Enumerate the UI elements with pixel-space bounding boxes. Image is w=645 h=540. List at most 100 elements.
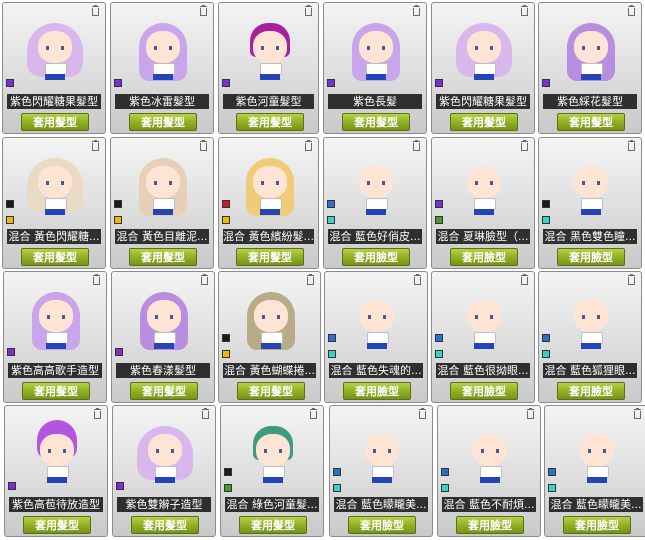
character-shorts [474, 343, 494, 349]
character-eyes [262, 315, 280, 319]
character-eyes [475, 46, 493, 50]
apply-style-button[interactable]: 套用臉型 [563, 516, 631, 534]
character-eyes [367, 181, 385, 185]
color-swatch [327, 200, 335, 208]
character-preview [438, 418, 540, 488]
character-preview [112, 284, 214, 354]
character-eyes [475, 315, 493, 319]
apply-style-button[interactable]: 套用髮型 [129, 113, 197, 131]
style-card: 混合 藍色矇矓美... 套用臉型 [544, 405, 645, 537]
character-eyes [582, 181, 600, 185]
style-name: 紫色冰雷髮型 [115, 94, 209, 109]
character-preview [219, 150, 318, 220]
apply-style-button[interactable]: 套用髮型 [450, 113, 518, 131]
character-shorts [153, 74, 173, 80]
apply-style-button[interactable]: 套用髮型 [236, 248, 304, 266]
color-swatch [8, 482, 16, 490]
character-preview [539, 15, 641, 85]
style-name: 混合 藍色失魂的... [329, 363, 423, 378]
character-shorts [480, 477, 500, 483]
character-eyes [47, 315, 65, 319]
apply-style-button[interactable]: 套用臉型 [557, 248, 625, 266]
character-shorts [474, 209, 494, 215]
style-card: 混合 黃色閃耀糖... 套用髮型 [2, 137, 106, 269]
color-swatch [333, 484, 341, 492]
style-name: 混合 綠色河童髮... [225, 497, 319, 512]
apply-style-button[interactable]: 套用髮型 [130, 382, 198, 400]
style-name: 紫色雙辮子造型 [117, 497, 211, 512]
character-eyes [154, 46, 172, 50]
color-swatch [435, 79, 443, 87]
style-card: 混合 綠色河童髮... 套用髮型 [220, 405, 324, 537]
apply-style-button[interactable]: 套用髮型 [22, 382, 90, 400]
apply-style-button[interactable]: 套用髮型 [237, 382, 305, 400]
color-swatch [6, 200, 14, 208]
style-card: 混合 藍色好俏皮... 套用臉型 [323, 137, 427, 269]
character-eyes [475, 181, 493, 185]
character-eyes [48, 449, 66, 453]
style-name: 紫色閃耀糖果髮型 [7, 94, 101, 109]
color-swatch [327, 216, 335, 224]
color-swatch [222, 334, 230, 342]
color-swatch [224, 468, 232, 476]
apply-style-button[interactable]: 套用髮型 [239, 516, 307, 534]
apply-style-button[interactable]: 套用臉型 [450, 248, 518, 266]
apply-style-button[interactable]: 套用髮型 [131, 516, 199, 534]
color-swatch [224, 484, 232, 492]
character-preview [545, 418, 645, 488]
color-swatch [333, 468, 341, 476]
character-shorts [581, 343, 601, 349]
style-card: 混合 夏琳臉型（... 套用臉型 [431, 137, 535, 269]
character-preview [324, 150, 426, 220]
apply-style-button[interactable]: 套用髮型 [342, 113, 410, 131]
style-card: 混合 黑色雙色瞳... 套用臉型 [538, 137, 642, 269]
character-preview [432, 150, 534, 220]
style-name: 混合 黃色繽紛髮... [223, 229, 314, 244]
character-preview [3, 15, 105, 85]
character-shorts [581, 209, 601, 215]
character-eyes [46, 46, 64, 50]
style-name: 混合 黃色目離泥... [115, 229, 209, 244]
apply-style-button[interactable]: 套用髮型 [21, 248, 89, 266]
character-preview [539, 150, 641, 220]
apply-style-button[interactable]: 套用臉型 [343, 382, 411, 400]
apply-style-button[interactable]: 套用臉型 [557, 382, 625, 400]
color-swatch [116, 482, 124, 490]
character-preview [113, 418, 215, 488]
style-name: 紫色高高歌手造型 [8, 363, 102, 378]
style-name: 紫色長髮 [328, 94, 422, 109]
color-swatch [222, 216, 230, 224]
color-swatch [327, 79, 335, 87]
apply-style-button[interactable]: 套用臉型 [342, 248, 410, 266]
apply-style-button[interactable]: 套用髮型 [129, 248, 197, 266]
character-eyes [155, 315, 173, 319]
apply-style-button[interactable]: 套用髮型 [557, 113, 625, 131]
character-eyes [367, 46, 385, 50]
apply-style-button[interactable]: 套用髮型 [23, 516, 91, 534]
character-shorts [587, 477, 607, 483]
style-card: 混合 黃色目離泥... 套用髮型 [110, 137, 214, 269]
style-name: 紫色綵花髮型 [543, 94, 637, 109]
apply-style-button[interactable]: 套用臉型 [450, 382, 518, 400]
color-swatch [435, 350, 443, 358]
apply-style-button[interactable]: 套用臉型 [456, 516, 524, 534]
style-name: 混合 藍色很拗眼... [436, 363, 530, 378]
character-shorts [263, 477, 283, 483]
color-swatch [115, 348, 123, 356]
character-preview [324, 15, 426, 85]
style-name: 紫色高苞待放造型 [9, 497, 103, 512]
apply-style-button[interactable]: 套用臉型 [348, 516, 416, 534]
style-card: 紫色雙辮子造型 套用髮型 [112, 405, 216, 537]
character-preview [219, 15, 318, 85]
style-name: 紫色閃耀糖果髮型 [436, 94, 530, 109]
style-name: 混合 夏琳臉型（... [436, 229, 530, 244]
style-name: 混合 黃色閃耀糖... [7, 229, 101, 244]
character-shorts [47, 477, 67, 483]
character-shorts [45, 209, 65, 215]
apply-style-button[interactable]: 套用髮型 [236, 113, 304, 131]
character-preview [3, 150, 105, 220]
character-preview [219, 284, 320, 354]
apply-style-button[interactable]: 套用髮型 [21, 113, 89, 131]
character-eyes [582, 46, 600, 50]
color-swatch [7, 348, 15, 356]
